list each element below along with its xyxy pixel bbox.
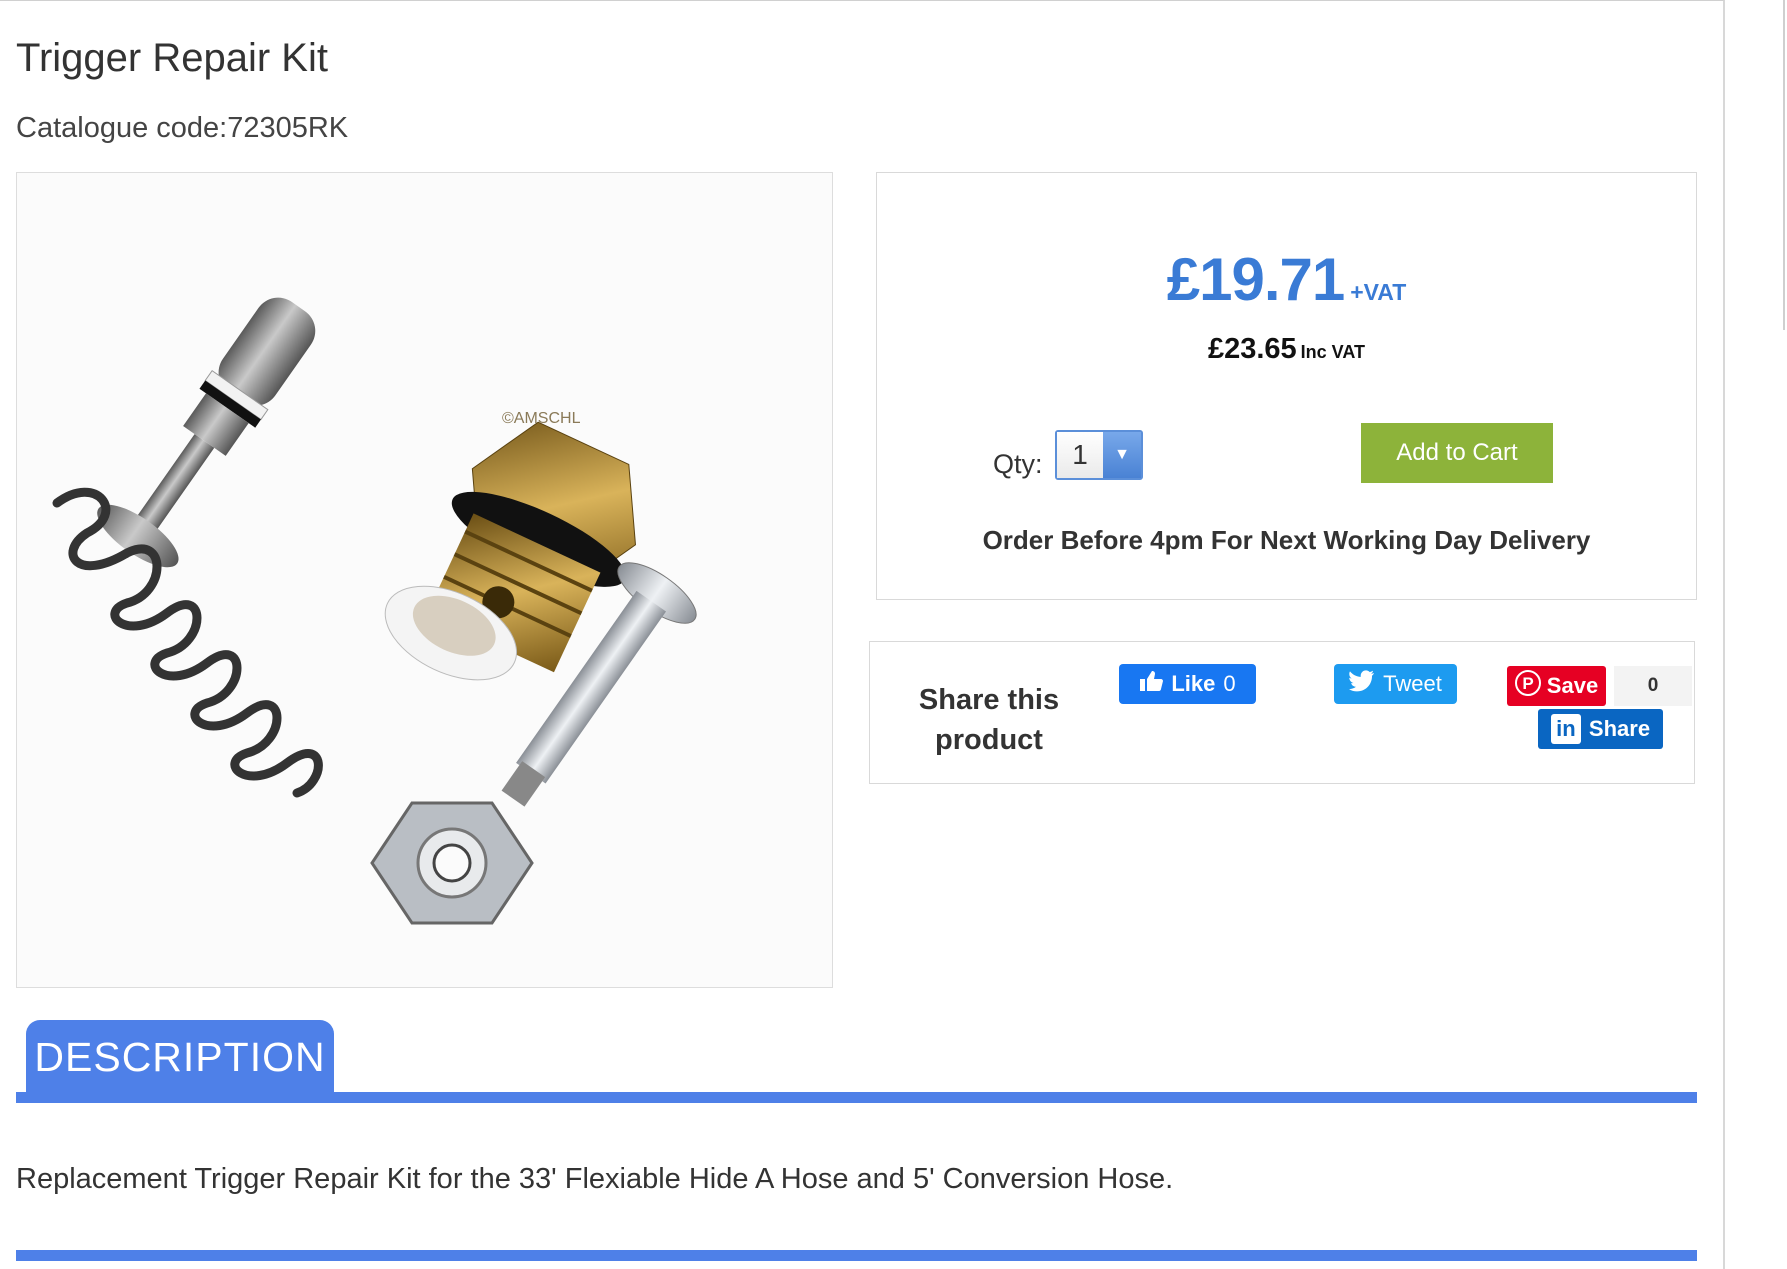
nut-part xyxy=(370,801,534,925)
price-ex-vat: £19.71 xyxy=(1166,246,1346,313)
thumbs-up-icon xyxy=(1139,670,1164,698)
inc-vat-suffix: Inc VAT xyxy=(1300,342,1366,362)
linkedin-icon: in xyxy=(1550,714,1581,744)
pinterest-save-count: 0 xyxy=(1614,666,1692,706)
quantity-value: 1 xyxy=(1057,432,1103,478)
share-label: Share this product xyxy=(918,684,1060,756)
scrollbar-edge[interactable] xyxy=(1783,0,1785,330)
image-watermark: ©AMSCHL xyxy=(502,410,581,427)
product-page: Trigger Repair Kit Catalogue code:72305R… xyxy=(0,0,1787,1269)
pinterest-save-button[interactable]: P Save xyxy=(1507,666,1606,706)
plunger-part xyxy=(97,297,316,568)
facebook-like-label: Like xyxy=(1171,671,1216,696)
price-ex-vat-row: £19.71 +VAT xyxy=(877,245,1696,314)
quantity-select[interactable]: 1 ▼ xyxy=(1055,430,1143,480)
tweet-label: Tweet xyxy=(1383,671,1442,696)
twitter-bird-icon xyxy=(1349,670,1375,698)
ex-vat-suffix: +VAT xyxy=(1350,279,1407,305)
spring-part xyxy=(52,487,323,798)
pinterest-save-label: Save xyxy=(1546,673,1599,698)
valve-body-part xyxy=(384,421,636,681)
svg-text:P: P xyxy=(1522,674,1533,693)
product-image[interactable]: ©AMSCHL xyxy=(16,172,833,988)
product-photo-illustration: ©AMSCHL xyxy=(52,297,697,925)
share-panel: Share this product Like 0 Tweet P Save 0… xyxy=(869,641,1695,784)
linkedin-share-label: Share xyxy=(1588,716,1651,741)
description-bottom-divider xyxy=(16,1250,1697,1261)
facebook-like-count: 0 xyxy=(1223,671,1236,696)
page-title: Trigger Repair Kit xyxy=(16,36,328,80)
add-to-cart-button[interactable]: Add to Cart xyxy=(1361,423,1553,483)
delivery-note: Order Before 4pm For Next Working Day De… xyxy=(982,525,1591,555)
linkedin-share-button[interactable]: in Share xyxy=(1538,709,1663,749)
qty-label: Qty: xyxy=(993,449,1043,479)
pinterest-icon: P xyxy=(1514,670,1541,702)
price-panel: £19.71 +VAT £23.65 Inc VAT Qty: 1 ▼ Add to… xyxy=(876,172,1697,600)
catalogue-code: Catalogue code:72305RK xyxy=(16,112,349,144)
tweet-button[interactable]: Tweet xyxy=(1334,664,1457,704)
price-inc-vat: £23.65 xyxy=(1207,333,1297,365)
price-inc-vat-row: £23.65 Inc VAT xyxy=(877,333,1696,366)
chevron-down-icon[interactable]: ▼ xyxy=(1103,432,1141,478)
tab-description[interactable]: DESCRIPTION xyxy=(26,1020,334,1094)
description-text: Replacement Trigger Repair Kit for the 3… xyxy=(16,1163,1174,1195)
description-divider xyxy=(16,1092,1697,1103)
facebook-like-button[interactable]: Like 0 xyxy=(1119,664,1256,704)
